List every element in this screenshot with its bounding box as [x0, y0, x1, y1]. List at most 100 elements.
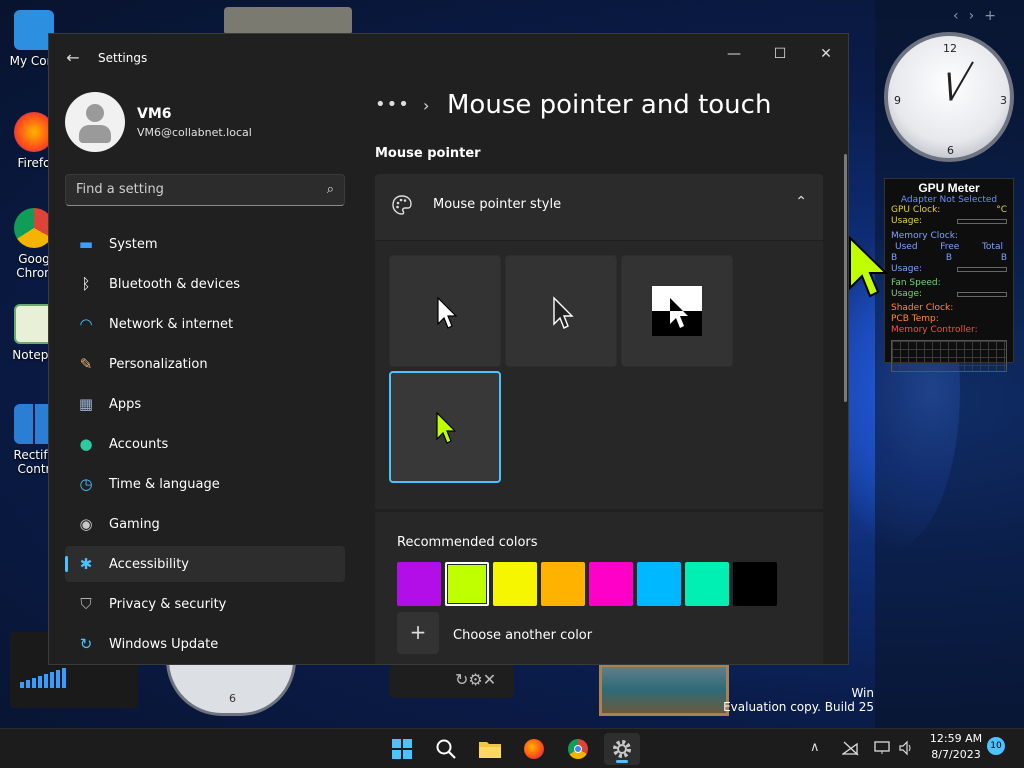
memory-usage-bar [957, 267, 1007, 272]
person-icon: ● [79, 435, 93, 453]
shader-clock-label: Shader Clock: [891, 303, 954, 313]
sidebar-item-accounts[interactable]: ● Accounts [65, 426, 345, 462]
sidebar-item-label: Gaming [109, 516, 160, 532]
firefox-icon [524, 739, 544, 759]
brush-icon: ✎ [79, 355, 93, 373]
color-swatch[interactable] [541, 562, 585, 606]
pointer-style-white[interactable] [389, 255, 501, 367]
color-swatch[interactable] [397, 562, 441, 606]
gamepad-icon: ◉ [79, 515, 93, 533]
mini-gadget-controls: ↻⚙✕ [389, 664, 514, 698]
memory-used-value: B [891, 253, 898, 263]
slideshow-gadget [599, 664, 729, 716]
settings-taskbar-button[interactable] [604, 733, 640, 765]
tray-overflow-chevron-icon[interactable]: ∧ [810, 740, 820, 755]
active-app-indicator [616, 760, 628, 763]
display-icon[interactable] [874, 740, 890, 760]
sidebar-item-system[interactable]: ▬ System [65, 226, 345, 262]
watermark-line-1: Win [851, 686, 874, 700]
pointer-style-black[interactable] [505, 255, 617, 367]
chrome-button[interactable] [560, 733, 596, 765]
avatar[interactable] [65, 92, 125, 152]
monitor-icon [874, 741, 890, 754]
gpu-meter-title: GPU Meter [918, 181, 980, 195]
notification-badge[interactable]: 10 [987, 737, 1005, 755]
speaker-icon [899, 740, 911, 756]
content-scrollbar[interactable] [844, 154, 847, 402]
clock-minute-hand [950, 61, 974, 101]
color-swatch[interactable] [733, 562, 777, 606]
expander-label: Mouse pointer style [433, 197, 562, 212]
clock-datetime[interactable]: 12:59 AM 8/7/2023 [928, 731, 984, 763]
file-explorer-button[interactable] [472, 733, 508, 765]
taskbar: ∧ 12:59 AM 8/7/2023 10 [0, 728, 1024, 768]
white-cursor-icon [437, 296, 458, 329]
sidebar-item-bluetooth-devices[interactable]: ᛒ Bluetooth & devices [65, 266, 345, 302]
color-swatch[interactable] [637, 562, 681, 606]
color-swatch[interactable] [445, 562, 489, 606]
refresh-settings-close-icon[interactable]: ↻⚙✕ [455, 670, 496, 689]
color-swatch[interactable] [685, 562, 729, 606]
pcb-temp-label: PCB Temp: [891, 314, 939, 324]
volume-icon[interactable] [898, 740, 914, 760]
gauge-number: 6 [229, 692, 236, 705]
pointer-style-custom[interactable] [389, 371, 501, 483]
close-button[interactable]: ✕ [803, 40, 848, 68]
evaluation-watermark: Win Evaluation copy. Build 25 [723, 686, 874, 714]
clock-gadget: 12 3 6 9 [884, 32, 1014, 162]
sidebar-item-windows-update[interactable]: ↻ Windows Update [65, 626, 345, 662]
search-button[interactable] [428, 733, 464, 765]
desktop-icon-label: Goog Chron [16, 252, 52, 280]
memory-clock-label: Memory Clock: [891, 231, 958, 241]
sidebar-item-apps[interactable]: ▦ Apps [65, 386, 345, 422]
add-color-button[interactable]: + [397, 612, 439, 654]
sidebar-item-network-internet[interactable]: ◠ Network & internet [65, 306, 345, 342]
section-label-mouse-pointer: Mouse pointer [375, 146, 481, 161]
memory-free-value: B [945, 253, 953, 263]
sidebar-nav-controls[interactable]: ‹›+ [953, 8, 1006, 24]
sidebar-item-personalization[interactable]: ✎ Personalization [65, 346, 345, 382]
mouse-pointer-style-expander[interactable]: Mouse pointer style ⌃ [375, 174, 823, 240]
back-button[interactable]: ← [63, 48, 83, 68]
pointer-style-inverted[interactable] [621, 255, 733, 367]
avatar-body [79, 125, 111, 143]
choose-another-color-label[interactable]: Choose another color [453, 628, 592, 643]
sidebar-item-label: Privacy & security [109, 596, 227, 612]
pointer-style-options [375, 241, 823, 509]
network-disconnected-icon[interactable] [840, 740, 860, 760]
sidebar-item-time-language[interactable]: ◷ Time & language [65, 466, 345, 502]
title-bar[interactable]: ← Settings — ☐ ✕ [49, 34, 848, 82]
desktop-icon-label: Firefo [17, 156, 51, 170]
start-button[interactable] [384, 733, 420, 765]
memory-free-label: Free [940, 242, 960, 252]
clock-time: 12:59 AM [929, 732, 983, 745]
recommended-colors-title: Recommended colors [397, 535, 538, 550]
breadcrumb-overflow-button[interactable]: ••• [375, 94, 410, 115]
memory-controller-label: Memory Controller: [891, 325, 978, 335]
settings-window: ← Settings — ☐ ✕ VM6 VM6@collabnet.local… [48, 33, 849, 665]
sidebar-item-label: Network & internet [109, 316, 234, 332]
color-swatch[interactable] [589, 562, 633, 606]
accessibility-icon: ✱ [79, 555, 93, 573]
search-input[interactable]: Find a setting ⌕ [65, 174, 345, 206]
breadcrumb-chevron-icon: › [423, 96, 430, 115]
gpu-usage-label: Usage: [891, 216, 923, 226]
firefox-button[interactable] [516, 733, 552, 765]
recommended-colors-card: Recommended colors + Choose another colo… [375, 512, 823, 664]
sidebar-item-privacy-security[interactable]: ⛉ Privacy & security [65, 586, 345, 622]
gpu-clock-label: GPU Clock: [891, 205, 941, 215]
clock-numeral-6: 6 [947, 144, 954, 157]
sidebar-item-label: Accounts [109, 436, 169, 452]
memory-total-label: Total [981, 242, 1003, 252]
clock-numeral-3: 3 [1000, 94, 1007, 107]
sidebar-item-accessibility[interactable]: ✱ Accessibility [65, 546, 345, 582]
sidebar-item-label: System [109, 236, 158, 252]
maximize-button[interactable]: ☐ [757, 40, 803, 68]
palette-icon [392, 195, 412, 215]
user-email: VM6@collabnet.local [137, 126, 252, 139]
windows-logo-icon [392, 739, 412, 759]
minimize-button[interactable]: — [711, 40, 757, 68]
inverted-cursor-icon [652, 286, 702, 336]
sidebar-item-gaming[interactable]: ◉ Gaming [65, 506, 345, 542]
color-swatch[interactable] [493, 562, 537, 606]
